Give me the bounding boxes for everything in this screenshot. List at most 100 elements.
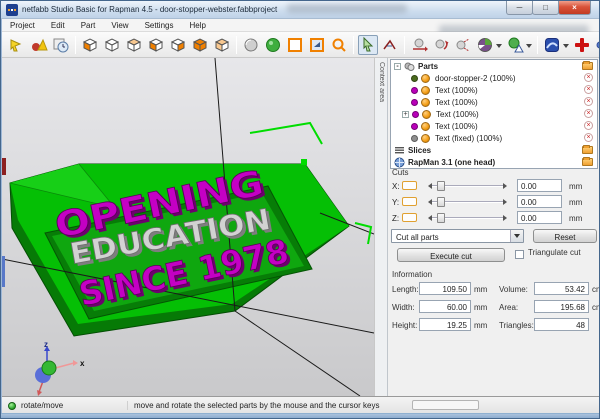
visibility-icon[interactable] [421,74,430,83]
menu-project[interactable]: Project [2,21,43,30]
triangulate-cut-checkbox[interactable] [515,250,524,259]
part-status-dot[interactable] [411,75,418,82]
tree-row-part[interactable]: Text (100%) × [391,96,597,108]
view-back-icon[interactable] [124,35,144,55]
part-status-dot[interactable] [411,135,418,142]
render-mode-dropdown-icon[interactable] [496,44,502,51]
delete-part-icon[interactable]: × [584,97,593,106]
folder-icon[interactable] [582,146,593,154]
tree-machine-label: RapMan 3.1 (one head) [408,158,495,167]
close-button[interactable]: × [558,1,591,15]
cut-z-checkbox[interactable] [402,213,417,222]
cut-y-checkbox[interactable] [402,197,417,206]
execute-cut-button[interactable]: Execute cut [397,248,505,262]
tree-row-part[interactable]: door-stopper-2 (100%) × [391,72,597,84]
machine-globe-icon [394,157,405,168]
folder-icon[interactable] [582,158,593,166]
cut-x-value-input[interactable]: 0.00 [517,179,562,192]
area-value: 195.68 [534,300,589,313]
chevron-down-icon[interactable] [510,230,523,242]
repair-icon[interactable] [505,35,525,55]
info-row: Length: 109.50 mm Volume: 53.42 cm³ [389,282,600,298]
import-part-icon[interactable] [7,35,27,55]
select-tool-icon[interactable] [358,35,378,55]
view-right-icon[interactable] [168,35,188,55]
part-status-dot[interactable] [412,111,419,118]
tree-parts-label: Parts [418,62,438,71]
reset-button[interactable]: Reset [533,229,597,243]
cut-y-value-input[interactable]: 0.00 [517,195,562,208]
view-iso-icon[interactable] [80,35,100,55]
menu-part[interactable]: Part [73,21,104,30]
delete-part-icon[interactable]: × [584,73,593,82]
part-status-dot[interactable] [411,87,418,94]
tree-row-machine[interactable]: RapMan 3.1 (one head) [391,156,597,168]
part-status-dot[interactable] [411,123,418,130]
render-mode-icon[interactable] [475,35,495,55]
platform-icon[interactable] [307,35,327,55]
info-row: Height: 19.25 mm Triangles: 48 [389,318,600,334]
tree-row-parts[interactable]: - Parts [391,60,597,72]
menu-edit[interactable]: Edit [43,21,73,30]
move-tool-icon[interactable] [409,35,429,55]
viewport-3d[interactable]: OPENING OPENING EDUCATION EDUCATION SINC… [2,58,374,396]
visibility-icon[interactable] [421,122,430,131]
delete-part-icon[interactable]: × [584,121,593,130]
visibility-icon[interactable] [421,134,430,143]
tree-row-part[interactable]: Text (100%) × [391,120,597,132]
bounding-box-icon[interactable] [285,35,305,55]
shade-flat-icon[interactable] [241,35,261,55]
repair-dropdown-icon[interactable] [526,44,532,51]
width-label: Width: [392,303,415,312]
view-left-icon[interactable] [146,35,166,55]
minimize-button[interactable]: ─ [506,1,533,15]
expand-icon[interactable]: + [402,111,409,118]
view-front-icon[interactable] [102,35,122,55]
slice-view-icon[interactable] [542,35,562,55]
maximize-button[interactable]: □ [532,1,559,15]
volume-unit: cm³ [592,285,600,294]
add-part-icon[interactable] [572,35,592,55]
menu-help[interactable]: Help [181,21,213,30]
cut-x-slider[interactable] [424,180,511,192]
tree-row-part[interactable]: + Text (100%) × [391,108,597,120]
part-status-dot[interactable] [411,99,418,106]
cut-y-slider[interactable] [424,196,511,208]
delete-part-icon[interactable]: × [584,109,593,118]
rotate-tool-icon[interactable] [431,35,451,55]
zoom-icon[interactable] [329,35,349,55]
cut-z-slider[interactable] [424,212,511,224]
visibility-icon[interactable] [421,98,430,107]
slice-view-dropdown-icon[interactable] [563,44,569,51]
menu-view[interactable]: View [103,21,136,30]
measure-tool-icon[interactable] [380,35,400,55]
collapse-icon[interactable]: - [394,63,401,70]
tree-row-part[interactable]: Text (fixed) (100%) × [391,132,597,144]
history-icon[interactable] [51,35,71,55]
tree-item-label: door-stopper-2 (100%) [435,74,515,83]
view-bottom-icon[interactable] [212,35,232,55]
cut-y-unit: mm [569,198,582,207]
visibility-icon[interactable] [421,86,430,95]
cut-z-value-input[interactable]: 0.00 [517,211,562,224]
cut-x-checkbox[interactable] [402,181,417,190]
tree-row-slices[interactable]: Slices [391,144,597,156]
delete-part-icon[interactable]: × [584,85,593,94]
app-icon[interactable] [6,4,18,16]
menu-settings[interactable]: Settings [137,21,182,30]
folder-icon[interactable] [582,62,593,70]
tree-slices-label: Slices [408,146,431,155]
merge-parts-icon[interactable] [29,35,49,55]
visibility-icon[interactable] [422,110,431,119]
cut-z-unit: mm [569,214,582,223]
remove-part-icon[interactable] [594,35,600,55]
scale-tool-icon[interactable] [453,35,473,55]
shade-smooth-icon[interactable] [263,35,283,55]
tree-row-part[interactable]: Text (100%) × [391,84,597,96]
delete-part-icon[interactable]: × [584,133,593,142]
view-top-icon[interactable] [190,35,210,55]
cut-x-label: X: [392,182,400,191]
height-label: Height: [392,321,417,330]
cut-mode-select[interactable]: Cut all parts [391,229,524,243]
tree-item-label: Text (100%) [436,110,479,119]
